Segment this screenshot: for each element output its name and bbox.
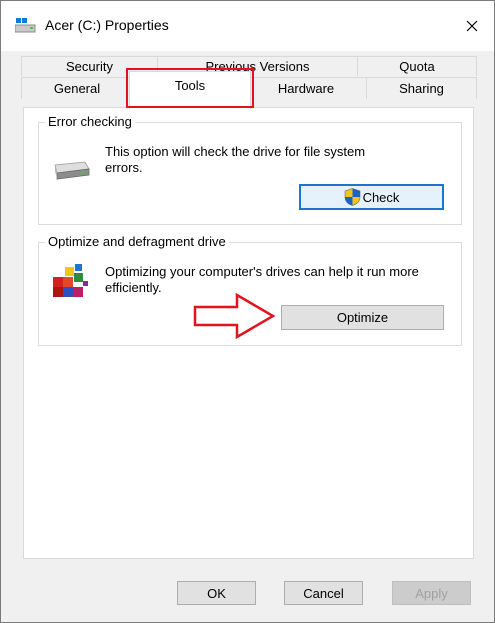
ok-button[interactable]: OK (177, 581, 256, 605)
red-arrow-icon (193, 293, 275, 339)
optimize-title: Optimize and defragment drive (45, 234, 229, 249)
tab-hardware[interactable]: Hardware (245, 77, 367, 99)
drive-icon (15, 18, 36, 33)
tab-tools[interactable]: Tools (129, 71, 251, 109)
window-title: Acer (C:) Properties (45, 17, 169, 33)
optimize-button[interactable]: Optimize (281, 305, 444, 330)
tab-sharing[interactable]: Sharing (366, 77, 477, 99)
error-checking-description: This option will check the drive for fil… (105, 144, 366, 175)
tab-general[interactable]: General (21, 77, 133, 99)
cancel-button[interactable]: Cancel (284, 581, 363, 605)
error-checking-title: Error checking (45, 114, 135, 129)
close-button[interactable] (450, 1, 494, 51)
close-icon (466, 20, 478, 32)
check-button-label: Check (362, 189, 400, 205)
optimize-description: Optimizing your computer's drives can he… (105, 264, 419, 295)
apply-button[interactable]: Apply (392, 581, 471, 605)
properties-window: Acer (C:) Properties Security Previous V… (0, 0, 495, 623)
tab-quota[interactable]: Quota (357, 56, 477, 76)
title-bar[interactable]: Acer (C:) Properties (1, 1, 494, 51)
uac-shield-icon (344, 188, 360, 206)
defragment-icon (53, 264, 88, 297)
check-button[interactable]: Check (299, 184, 444, 210)
hard-drive-icon (54, 161, 90, 180)
